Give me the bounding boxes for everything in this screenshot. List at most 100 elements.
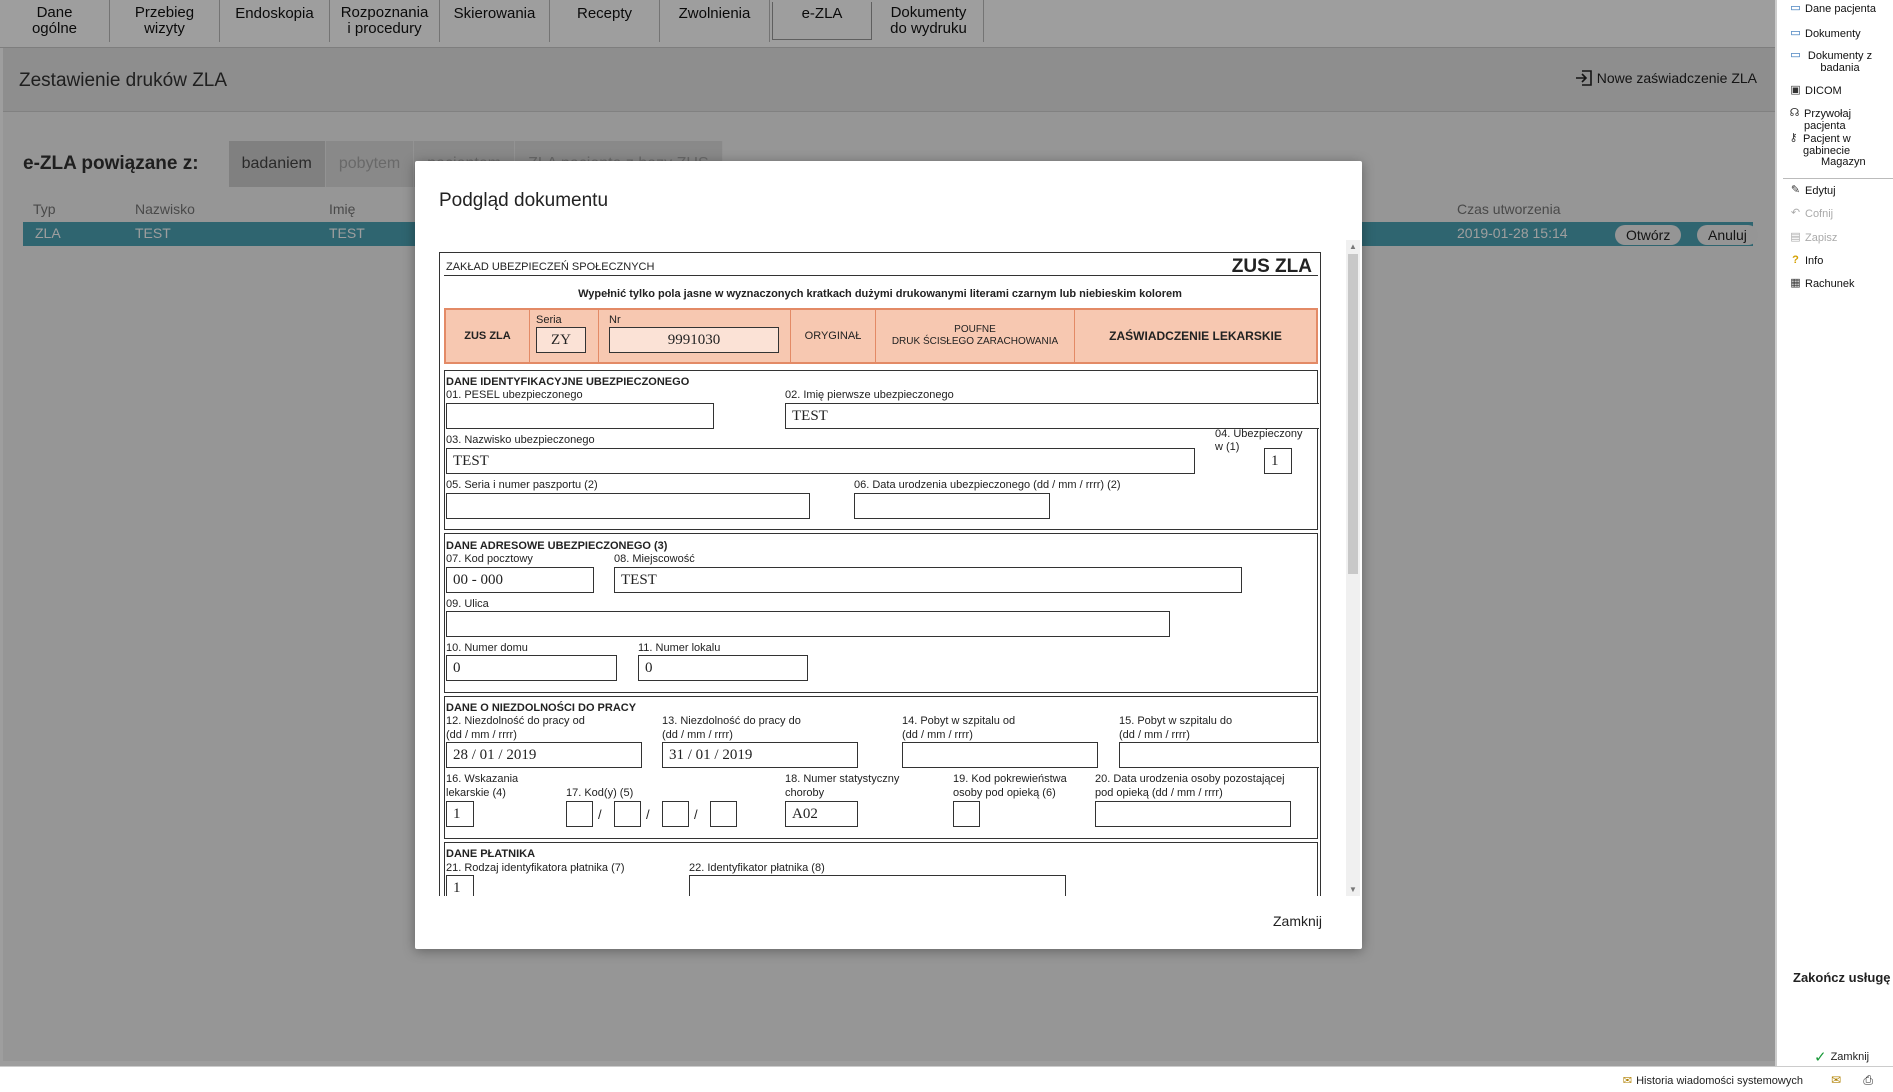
- label-05: 05. Seria i numer paszportu (2): [446, 479, 598, 491]
- sidebar-item-label: Magazyn: [1821, 156, 1866, 168]
- sidebar-item-zapisz[interactable]: ▤ Zapisz: [1789, 232, 1838, 245]
- label-14a: 14. Pobyt w szpitalu od: [902, 715, 1016, 727]
- field-miejscowosc: TEST: [614, 567, 1242, 593]
- envelope-icon[interactable]: ✉: [1831, 1073, 1841, 1087]
- band-nr-cell: Nr 9991030: [599, 310, 791, 362]
- document-scrollbar[interactable]: ▲ ▼: [1346, 240, 1360, 896]
- envelope-icon: ✉: [1622, 1075, 1633, 1087]
- sidebar-item-label: Dane pacjenta: [1805, 3, 1876, 15]
- band-seria-label: Seria: [536, 314, 562, 326]
- sidebar-item-dokumenty-z-badania[interactable]: ▭ Dokumenty z badania: [1789, 49, 1885, 75]
- label-06: 06. Data urodzenia ubezpieczonego (dd / …: [854, 479, 1121, 491]
- finish-service-button[interactable]: Zakończ usługę: [1793, 970, 1891, 985]
- sidebar-item-label: Pacjent w gabinecie: [1803, 133, 1851, 157]
- sidebar-item-dokumenty[interactable]: ▭ Dokumenty: [1789, 28, 1861, 41]
- sidebar-item-cofnij[interactable]: ↶ Cofnij: [1789, 208, 1834, 221]
- sidebar-item-label: Edytuj: [1805, 185, 1836, 197]
- scroll-down-icon[interactable]: ▼: [1349, 885, 1357, 894]
- label-16a: 16. Wskazania: [446, 773, 519, 785]
- label-19a: 19. Kod pokrewieństwa: [953, 773, 1067, 785]
- field-szpital-do: [1119, 742, 1319, 768]
- field-ulica: [446, 611, 1170, 637]
- nr-field: 9991030: [609, 327, 779, 353]
- label-02: 02. Imię pierwsze ubezpieczonego: [785, 389, 954, 401]
- sidebar-item-przywolaj[interactable]: ☊ Przywołaj pacjenta: [1788, 107, 1893, 133]
- key-icon: ⚷: [1789, 132, 1798, 144]
- field-kod-4: [710, 801, 737, 827]
- sidebar-close-button[interactable]: ✓ Zamknij: [1814, 1048, 1869, 1066]
- sidebar-item-dicom[interactable]: ▣ DICOM: [1789, 85, 1841, 98]
- band-poufne: POUFNE: [954, 324, 996, 335]
- field-paszport: [446, 493, 810, 519]
- sidebar-item-label: Dokumenty: [1805, 28, 1861, 40]
- label-20b: pod opieką (dd / mm / rrrr): [1095, 787, 1223, 799]
- form-instruction: Wypełnić tylko pola jasne w wyznaczonych…: [578, 288, 1182, 300]
- dialog-title: Podgląd dokumentu: [439, 190, 609, 211]
- message-history-link[interactable]: ✉ Historia wiadomości systemowych: [1622, 1074, 1803, 1088]
- sidebar-item-label: Rachunek: [1805, 278, 1855, 290]
- right-sidebar: ▭ Dane pacjenta ▭ Dokumenty ▭ Dokumenty z b…: [1775, 0, 1893, 1092]
- label-04a: 04. Ubezpieczony: [1215, 428, 1303, 440]
- sidebar-close-label: Zamknij: [1830, 1051, 1870, 1063]
- sidebar-item-label: Zapisz: [1805, 232, 1838, 244]
- label-20a: 20. Data urodzenia osoby pozostającej: [1095, 773, 1285, 785]
- field-identyfikator-platnika: [689, 875, 1066, 896]
- sidebar-item-label: Dokumenty z badania: [1807, 50, 1873, 74]
- field-kod-1: [566, 801, 593, 827]
- label-16b: lekarskie (4): [446, 787, 506, 799]
- label-15b: (dd / mm / rrrr): [1119, 729, 1190, 741]
- zus-zla-form: ZAKŁAD UBEZPIECZEŃ SPOŁECZNYCH ZUS ZLA W…: [439, 252, 1321, 896]
- edit-icon: ✎: [1790, 184, 1801, 196]
- label-09: 09. Ulica: [446, 598, 489, 610]
- status-bar: ✉ Historia wiadomości systemowych ✉ ⎙: [0, 1066, 1893, 1092]
- folder-open-icon: ▭: [1790, 49, 1801, 61]
- form-org: ZAKŁAD UBEZPIECZEŃ SPOŁECZNYCH: [446, 261, 655, 273]
- section-title: DANE IDENTYFIKACYJNE UBEZPIECZONEGO: [446, 376, 690, 388]
- sidebar-item-dane-pacjenta[interactable]: ▭ Dane pacjenta: [1789, 3, 1876, 16]
- field-kod-3: [662, 801, 689, 827]
- seria-field: ZY: [536, 327, 586, 353]
- slash-separator: /: [646, 807, 650, 822]
- sidebar-item-label: Cofnij: [1805, 208, 1834, 220]
- slash-separator: /: [598, 807, 602, 822]
- field-data-urodzenia-opieka: [1095, 801, 1291, 827]
- label-17: 17. Kod(y) (5): [566, 787, 634, 799]
- sidebar-item-rachunek[interactable]: ▦ Rachunek: [1789, 278, 1855, 291]
- field-data-urodzenia: [854, 493, 1050, 519]
- dialog-close-button[interactable]: Zamknij: [1273, 913, 1322, 929]
- label-14b: (dd / mm / rrrr): [902, 729, 973, 741]
- field-kod-pocztowy: 00 - 000: [446, 567, 594, 593]
- field-niezdolnosc-od: 28 / 01 / 2019: [446, 742, 642, 768]
- label-10: 10. Numer domu: [446, 642, 528, 654]
- sidebar-item-edytuj[interactable]: ✎ Edytuj: [1789, 184, 1836, 198]
- field-kod-2: [614, 801, 641, 827]
- slash-separator: /: [694, 807, 698, 822]
- headset-icon: ☊: [1789, 107, 1800, 119]
- label-12a: 12. Niezdolność do pracy od: [446, 715, 585, 727]
- sidebar-item-magazyn[interactable]: Magazyn: [1821, 156, 1866, 168]
- field-szpital-od: [902, 742, 1098, 768]
- sidebar-item-label: Info: [1805, 255, 1824, 267]
- band-zus: ZUS ZLA: [446, 310, 530, 362]
- scrollbar-thumb[interactable]: [1348, 254, 1358, 574]
- sidebar-item-pacjent-w-gabinecie[interactable]: ⚷ Pacjent w gabinecie: [1787, 132, 1893, 158]
- band-druk: DRUK ŚCISŁEGO ZARACHOWANIA: [891, 336, 1059, 347]
- label-15a: 15. Pobyt w szpitalu do: [1119, 715, 1233, 727]
- label-03: 03. Nazwisko ubezpieczonego: [446, 434, 595, 446]
- band-oryginal: ORYGINAŁ: [791, 310, 876, 362]
- label-12b: (dd / mm / rrrr): [446, 729, 517, 741]
- document-preview-dialog: Podgląd dokumentu ZAKŁAD UBEZPIECZEŃ SPO…: [415, 161, 1362, 949]
- sidebar-item-info[interactable]: ? Info: [1789, 254, 1824, 268]
- section-title: DANE O NIEZDOLNOŚCI DO PRACY: [446, 702, 637, 714]
- field-numer-domu: 0: [446, 655, 617, 681]
- label-22: 22. Identyfikator płatnika (8): [689, 862, 825, 874]
- question-icon: ?: [1792, 254, 1799, 266]
- scroll-up-icon[interactable]: ▲: [1349, 242, 1357, 251]
- label-08: 08. Miejscowość: [614, 553, 695, 565]
- sidebar-divider: [1783, 178, 1893, 179]
- label-19b: osoby pod opieką (6): [953, 787, 1056, 799]
- label-18a: 18. Numer statystyczny: [785, 773, 900, 785]
- band-seria-cell: Seria ZY: [530, 310, 599, 362]
- label-21: 21. Rodzaj identyfikatora płatnika (7): [446, 862, 625, 874]
- printer-icon[interactable]: ⎙: [1863, 1073, 1873, 1088]
